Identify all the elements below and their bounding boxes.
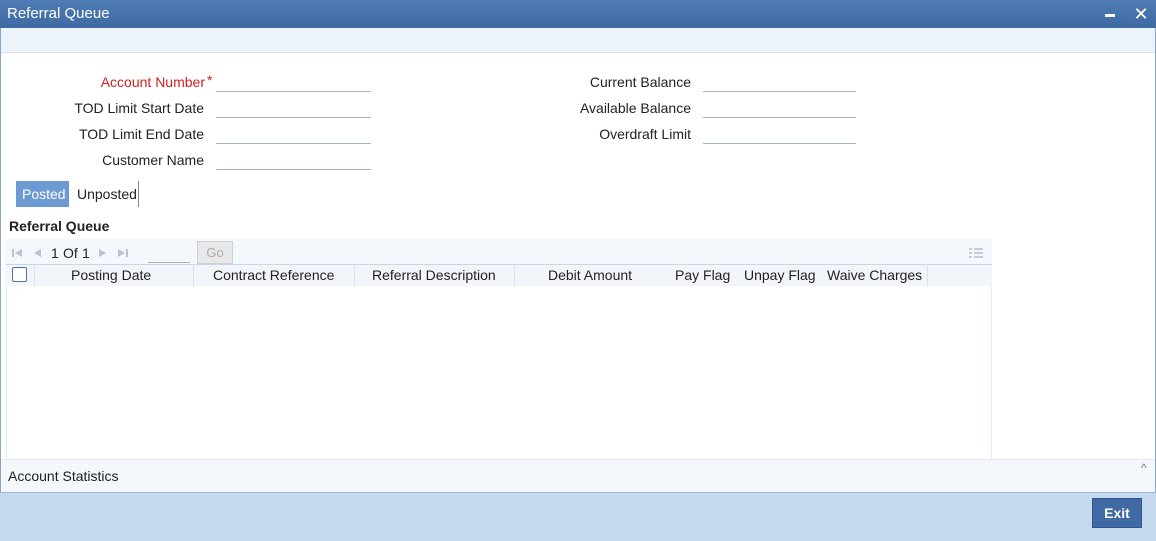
- tod-limit-start-date-label: TOD Limit Start Date: [74, 100, 204, 116]
- column-header-contract-reference[interactable]: Contract Reference: [213, 267, 334, 283]
- exit-button[interactable]: Exit: [1092, 498, 1142, 528]
- column-header-waive-charges[interactable]: Waive Charges: [827, 267, 922, 283]
- column-separator: [927, 264, 928, 286]
- last-page-icon[interactable]: [116, 246, 130, 260]
- customer-name-field[interactable]: [216, 156, 371, 170]
- overdraft-limit-label: Overdraft Limit: [599, 126, 691, 142]
- title-bar: Referral Queue ✕: [0, 0, 1156, 28]
- column-header-unpay-flag[interactable]: Unpay Flag: [744, 267, 816, 283]
- tod-limit-end-date-label: TOD Limit End Date: [78, 126, 204, 142]
- required-marker: *: [207, 72, 213, 88]
- current-balance-label: Current Balance: [589, 74, 691, 90]
- overdraft-limit-field[interactable]: [703, 130, 856, 144]
- minimize-icon: [1105, 14, 1115, 17]
- account-number-field[interactable]: [216, 78, 371, 92]
- frame-border-left: [0, 28, 1, 493]
- current-page-number: 1: [51, 245, 59, 261]
- column-list-icon[interactable]: [969, 247, 983, 259]
- available-balance-field[interactable]: [703, 104, 856, 118]
- close-icon: ✕: [1133, 4, 1149, 24]
- column-header-debit-amount[interactable]: Debit Amount: [548, 267, 632, 283]
- next-page-icon[interactable]: [96, 246, 110, 260]
- column-header-posting-date[interactable]: Posting Date: [71, 267, 151, 283]
- current-balance-field[interactable]: [703, 78, 856, 92]
- customer-name-label: Customer Name: [102, 152, 204, 168]
- tod-limit-end-date-field[interactable]: [216, 130, 371, 144]
- page-of-label: Of: [63, 245, 78, 261]
- referral-queue-table-body: [6, 286, 992, 459]
- first-page-icon[interactable]: [10, 246, 24, 260]
- previous-page-icon[interactable]: [30, 246, 44, 260]
- column-separator: [34, 264, 35, 286]
- account-statistics-label[interactable]: Account Statistics: [8, 468, 119, 484]
- column-separator: [354, 264, 355, 286]
- tod-limit-start-date-field[interactable]: [216, 104, 371, 118]
- total-pages-number: 1: [82, 245, 90, 261]
- close-button[interactable]: ✕: [1130, 3, 1152, 25]
- column-separator: [193, 264, 194, 286]
- window-title: Referral Queue: [7, 5, 110, 22]
- minimize-button[interactable]: [1099, 3, 1121, 25]
- toolbar-strip: [1, 28, 1155, 53]
- account-number-label: Account Number: [100, 74, 205, 90]
- footer-bar: [0, 492, 1156, 541]
- available-balance-label: Available Balance: [579, 100, 691, 116]
- tab-unposted[interactable]: Unposted: [71, 181, 139, 207]
- tab-posted[interactable]: Posted: [16, 181, 69, 207]
- chevron-up-icon[interactable]: ^: [1141, 461, 1147, 475]
- go-button[interactable]: Go: [197, 241, 233, 264]
- referral-queue-heading: Referral Queue: [9, 218, 110, 234]
- page-number-input[interactable]: [148, 246, 190, 263]
- account-statistics-bar[interactable]: [1, 459, 1155, 492]
- select-all-checkbox[interactable]: [12, 267, 27, 282]
- column-header-referral-description[interactable]: Referral Description: [372, 267, 496, 283]
- column-separator: [514, 264, 515, 286]
- column-header-pay-flag[interactable]: Pay Flag: [675, 267, 730, 283]
